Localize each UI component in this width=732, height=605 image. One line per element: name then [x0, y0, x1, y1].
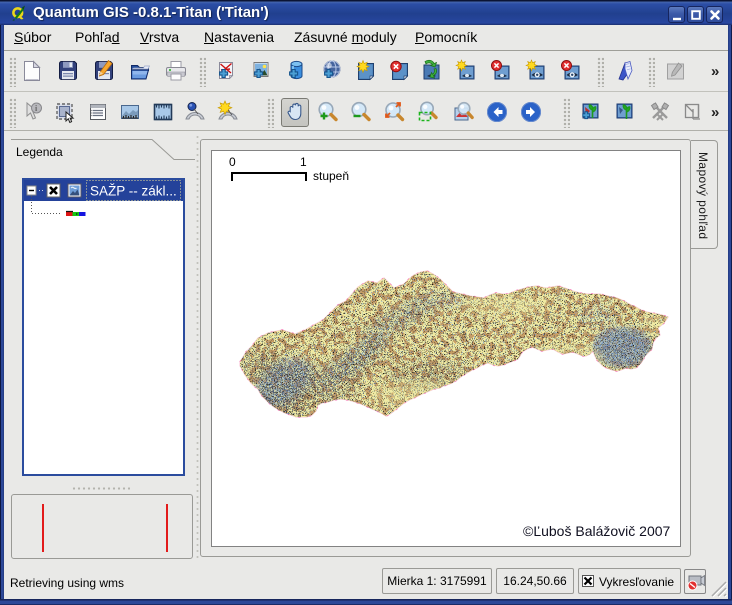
svg-text:SAŽP -- zákl...: SAŽP -- zákl...	[90, 184, 177, 199]
